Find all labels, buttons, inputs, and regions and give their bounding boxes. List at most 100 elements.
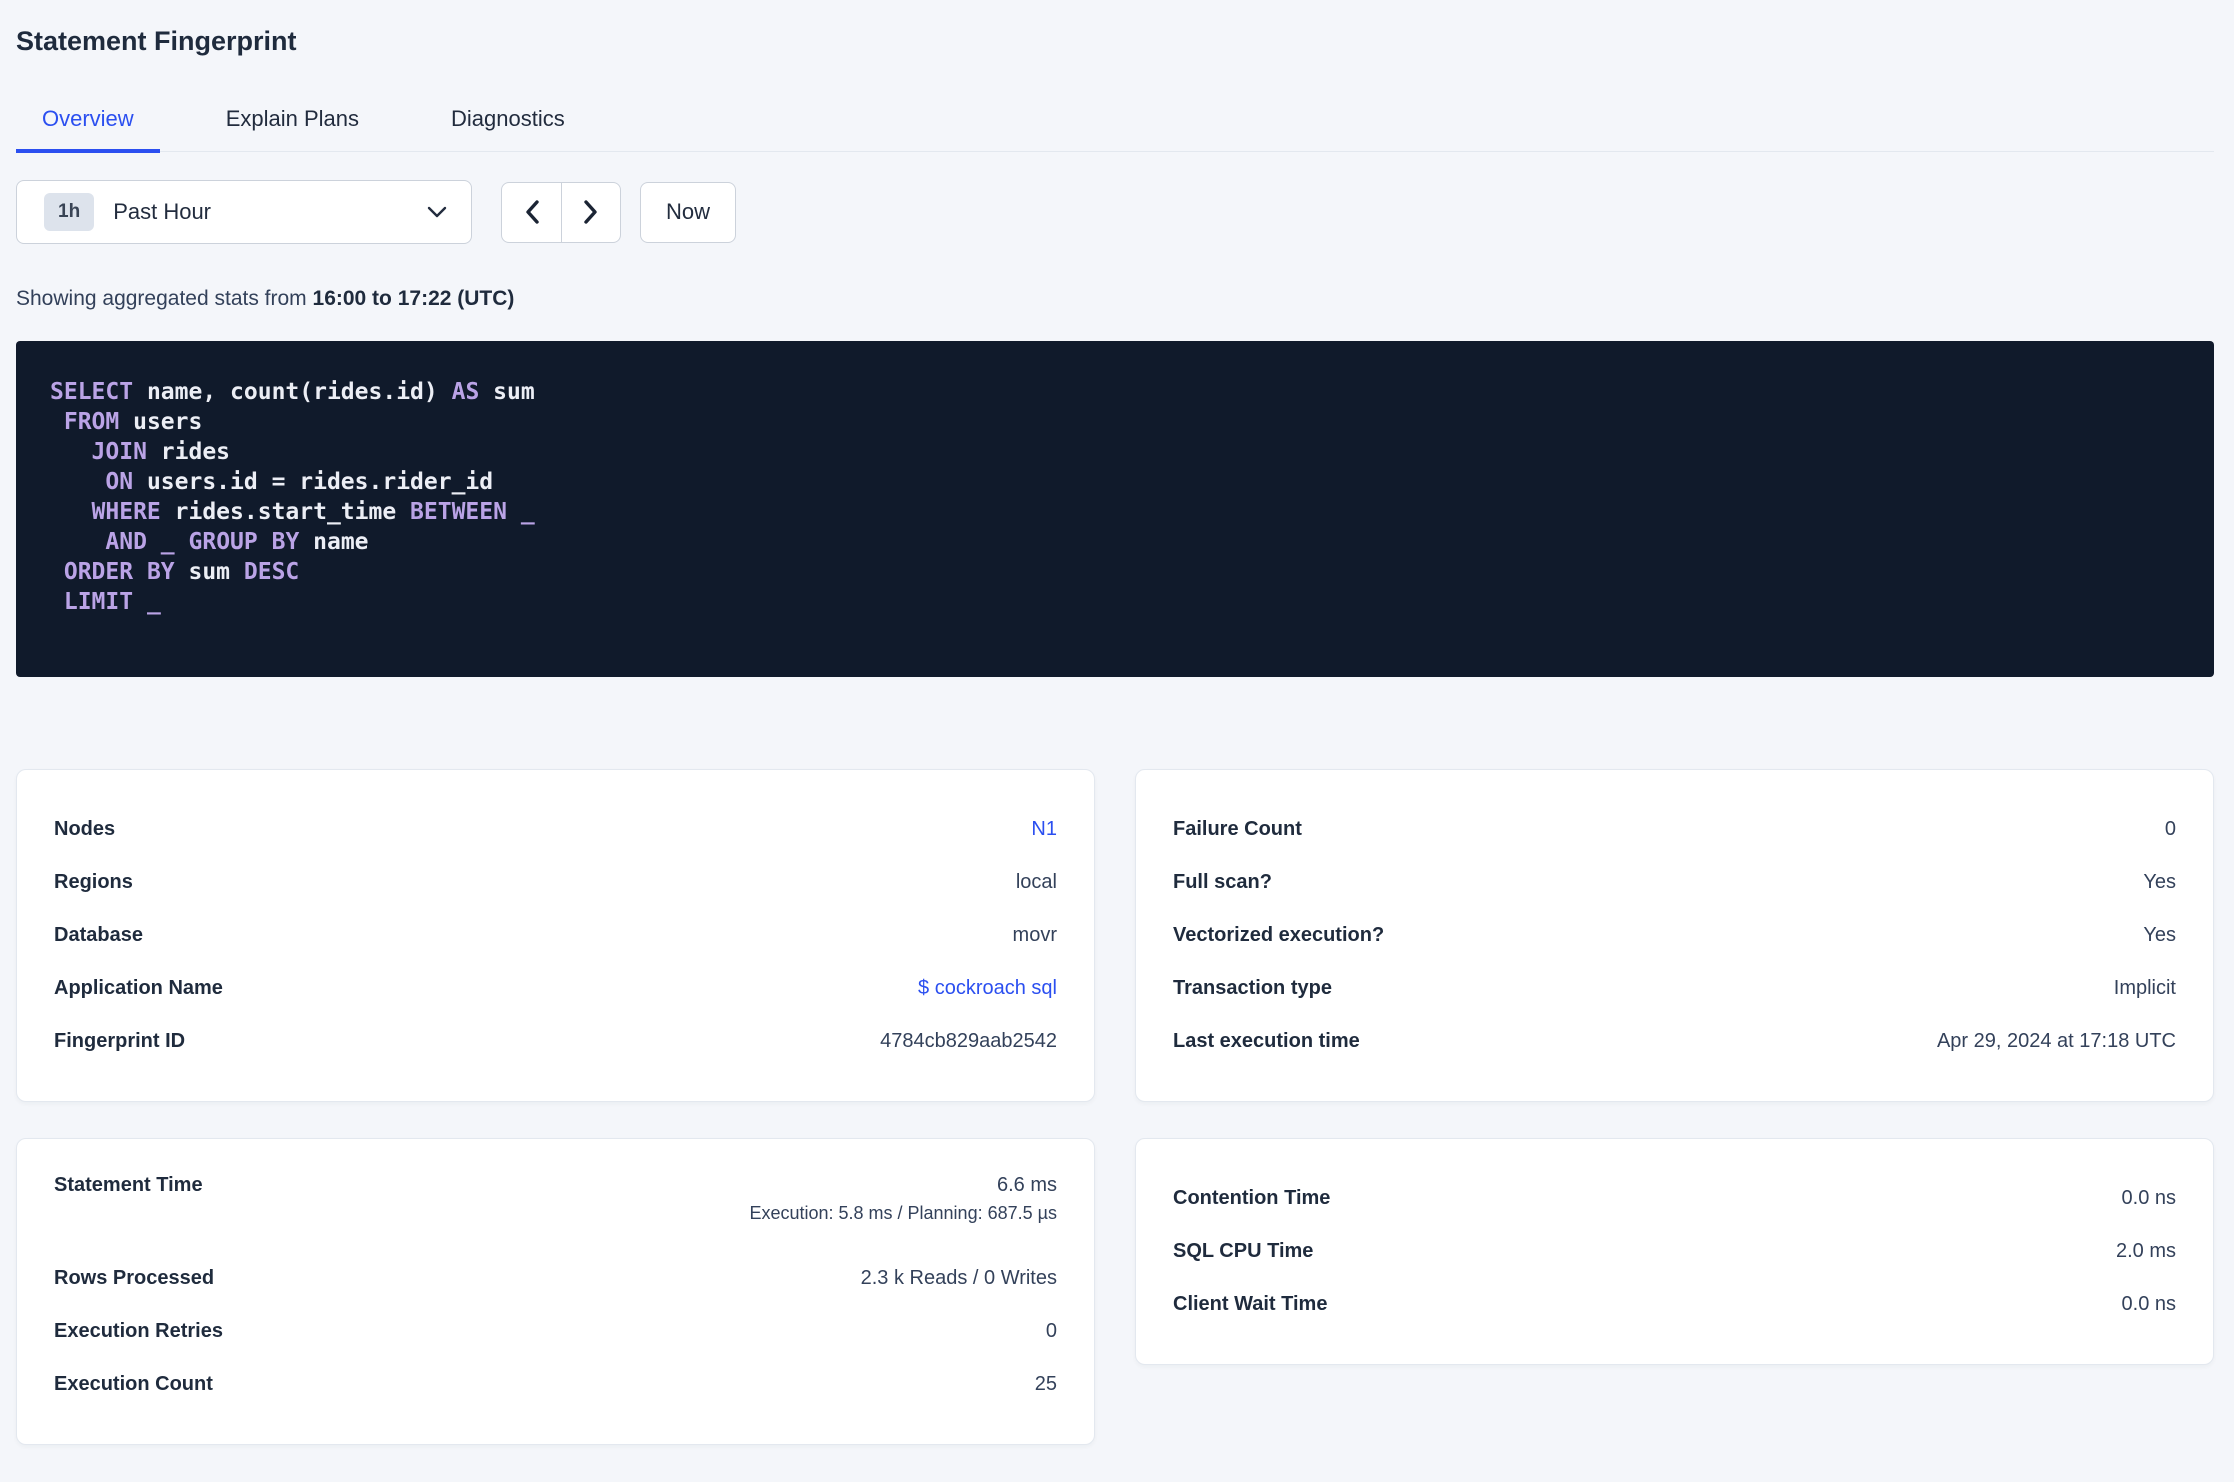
chevron-left-icon: [524, 199, 540, 225]
time-range-dropdown[interactable]: 1h Past Hour: [16, 180, 472, 244]
stat-row-client-wait-time: Client Wait Time 0.0 ns: [1173, 1278, 2176, 1331]
sql-text: rides.start_time: [161, 499, 410, 525]
stat-row-statement-time: Statement Time 6.6 ms Execution: 5.8 ms …: [54, 1172, 1057, 1252]
nodes-link[interactable]: N1: [1031, 816, 1057, 843]
sql-keyword: JOIN: [92, 439, 147, 465]
statement-fingerprint-page: Statement Fingerprint Overview Explain P…: [0, 24, 2234, 1445]
stat-value: local: [1016, 869, 1057, 896]
performance-cards-row: Statement Time 6.6 ms Execution: 5.8 ms …: [16, 1138, 2214, 1445]
sql-keyword: AND: [105, 529, 147, 555]
sql-keyword: ORDER BY: [64, 559, 175, 585]
time-nav-group: [501, 182, 621, 243]
sql-line: ORDER BY sum DESC: [50, 557, 2180, 587]
stat-row-sql-cpu-time: SQL CPU Time 2.0 ms: [1173, 1225, 2176, 1278]
stat-value: Apr 29, 2024 at 17:18 UTC: [1937, 1028, 2176, 1055]
stat-label: Vectorized execution?: [1173, 922, 1384, 949]
stat-label: Client Wait Time: [1173, 1291, 1327, 1318]
stat-row-execution-retries: Execution Retries 0: [54, 1305, 1057, 1358]
sql-keyword: AS: [452, 379, 480, 405]
stat-label: Last execution time: [1173, 1028, 1360, 1055]
tab-explain-plans[interactable]: Explain Plans: [200, 105, 385, 153]
statement-time-values: 6.6 ms Execution: 5.8 ms / Planning: 687…: [749, 1172, 1057, 1225]
tab-overview[interactable]: Overview: [16, 105, 160, 153]
stat-row-regions: Regions local: [54, 856, 1057, 909]
stat-row-full-scan: Full scan? Yes: [1173, 856, 2176, 909]
stat-label: Failure Count: [1173, 816, 1302, 843]
stat-row-application-name: Application Name $ cockroach sql: [54, 962, 1057, 1015]
sql-line: SELECT name, count(rides.id) AS sum: [50, 377, 2180, 407]
stat-label: Full scan?: [1173, 869, 1272, 896]
time-range-badge: 1h: [44, 193, 94, 231]
sql-text: [175, 529, 189, 555]
stat-label: Application Name: [54, 975, 223, 1002]
stat-value: 2.0 ms: [2116, 1238, 2176, 1265]
next-time-button[interactable]: [561, 183, 620, 242]
chevron-down-icon: [427, 206, 447, 218]
sql-keyword: BETWEEN: [410, 499, 507, 525]
stat-value: 25: [1035, 1371, 1057, 1398]
stat-label: Nodes: [54, 816, 115, 843]
stat-label: Contention Time: [1173, 1185, 1330, 1212]
sql-text: name: [299, 529, 368, 555]
stat-value: 0.0 ns: [2122, 1291, 2176, 1318]
sql-text: [507, 499, 521, 525]
stat-value: 2.3 k Reads / 0 Writes: [861, 1265, 1057, 1292]
stat-value: 0: [2165, 816, 2176, 843]
sql-statement-box: SELECT name, count(rides.id) AS sum FROM…: [16, 341, 2214, 677]
stat-row-transaction-type: Transaction type Implicit: [1173, 962, 2176, 1015]
stat-label: Regions: [54, 869, 133, 896]
stat-label: Execution Count: [54, 1371, 213, 1398]
now-button[interactable]: Now: [640, 182, 736, 243]
stat-value: Yes: [2143, 869, 2176, 896]
sql-keyword: _: [147, 589, 161, 615]
sql-text: rides: [147, 439, 230, 465]
stat-row-vectorized-execution: Vectorized execution? Yes: [1173, 909, 2176, 962]
stat-label: Rows Processed: [54, 1265, 214, 1292]
application-name-link[interactable]: $ cockroach sql: [918, 975, 1057, 1002]
caption-range: 16:00 to 17:22 (UTC): [313, 287, 515, 310]
aggregated-stats-caption: Showing aggregated stats from 16:00 to 1…: [16, 286, 2214, 312]
sql-keyword: _: [521, 499, 535, 525]
caption-prefix: Showing aggregated stats from: [16, 287, 313, 310]
statement-performance-card: Statement Time 6.6 ms Execution: 5.8 ms …: [16, 1138, 1095, 1445]
statement-info-card: Nodes N1 Regions local Database movr App…: [16, 769, 1095, 1102]
sql-text: sum: [175, 559, 244, 585]
stat-value: Yes: [2143, 922, 2176, 949]
stat-label: Database: [54, 922, 143, 949]
stat-row-contention-time: Contention Time 0.0 ns: [1173, 1172, 2176, 1225]
stat-value: Implicit: [2114, 975, 2176, 1002]
sql-keyword: FROM: [64, 409, 119, 435]
sql-line: LIMIT _: [50, 587, 2180, 617]
time-toolbar: 1h Past Hour Now: [16, 180, 2214, 244]
sql-line: AND _ GROUP BY name: [50, 527, 2180, 557]
stat-label: Execution Retries: [54, 1318, 223, 1345]
sql-keyword: _: [161, 529, 175, 555]
stat-label: Transaction type: [1173, 975, 1332, 1002]
stat-row-last-execution-time: Last execution time Apr 29, 2024 at 17:1…: [1173, 1015, 2176, 1068]
stat-label: Fingerprint ID: [54, 1028, 185, 1055]
sql-keyword: DESC: [244, 559, 299, 585]
timing-card: Contention Time 0.0 ns SQL CPU Time 2.0 …: [1135, 1138, 2214, 1365]
tab-bar: Overview Explain Plans Diagnostics: [16, 105, 2214, 152]
stat-value: 0: [1046, 1318, 1057, 1345]
stat-row-rows-processed: Rows Processed 2.3 k Reads / 0 Writes: [54, 1252, 1057, 1305]
sql-keyword: ON: [105, 469, 133, 495]
sql-keyword: SELECT: [50, 379, 133, 405]
sql-keyword: WHERE: [92, 499, 161, 525]
stat-row-failure-count: Failure Count 0: [1173, 803, 2176, 856]
time-range-label: Past Hour: [113, 199, 211, 225]
stat-subvalue: Execution: 5.8 ms / Planning: 687.5 µs: [749, 1202, 1057, 1225]
stat-label: SQL CPU Time: [1173, 1238, 1313, 1265]
stat-row-database: Database movr: [54, 909, 1057, 962]
stat-value: 4784cb829aab2542: [880, 1028, 1057, 1055]
tab-diagnostics[interactable]: Diagnostics: [425, 105, 591, 153]
stat-row-execution-count: Execution Count 25: [54, 1358, 1057, 1411]
sql-line: JOIN rides: [50, 437, 2180, 467]
sql-text: users: [119, 409, 202, 435]
stat-label: Statement Time: [54, 1172, 203, 1199]
stat-value: 0.0 ns: [2122, 1185, 2176, 1212]
sql-line: FROM users: [50, 407, 2180, 437]
sql-text: users.id = rides.rider_id: [133, 469, 493, 495]
prev-time-button[interactable]: [502, 183, 561, 242]
stat-row-fingerprint-id: Fingerprint ID 4784cb829aab2542: [54, 1015, 1057, 1068]
